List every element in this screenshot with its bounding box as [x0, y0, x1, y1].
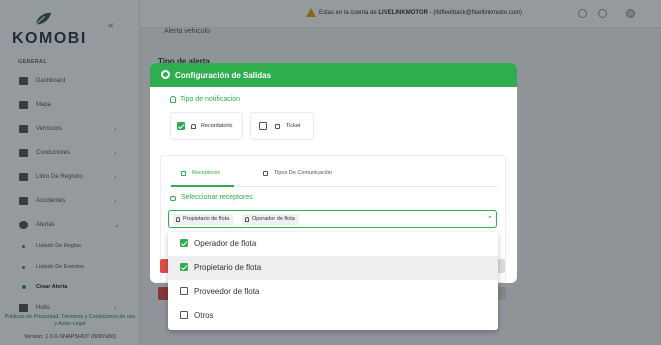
select-receivers-label: Seleccionar receptores: [181, 194, 253, 201]
option-ticket[interactable]: Ticket: [250, 112, 314, 140]
person-icon: [176, 217, 180, 222]
option-checkbox[interactable]: [180, 287, 188, 295]
dropdown-option-proveedor[interactable]: Proveedor de flota: [168, 280, 498, 304]
receivers-select[interactable]: Propietario de flota Operador de flota ⌃: [168, 210, 497, 228]
recordatorio-checkbox[interactable]: [177, 122, 185, 130]
modal-header: Configuración de Salidas: [150, 63, 517, 87]
ticket-checkbox[interactable]: [259, 122, 267, 130]
option-checkbox[interactable]: [180, 263, 188, 271]
dropdown-option-otros[interactable]: Otros: [168, 304, 498, 328]
option-label: Otros: [194, 311, 214, 320]
notification-type-label: Tipo de notificación: [180, 96, 241, 103]
bell-icon: [170, 96, 176, 103]
option-label: Recordatorio: [201, 123, 233, 129]
option-label: Proveedor de flota: [194, 287, 260, 296]
option-label: Ticket: [286, 123, 301, 129]
person-icon: [245, 217, 249, 222]
receivers-dropdown: Operador de flota Propietario de flota P…: [168, 232, 498, 330]
option-checkbox[interactable]: [180, 239, 188, 247]
ticket-icon: [275, 124, 280, 129]
tab-receptores[interactable]: Receptores: [192, 170, 220, 176]
option-recordatorio[interactable]: Recordatorio: [170, 112, 243, 140]
option-label: Operador de flota: [194, 239, 257, 248]
tab-tipos-de-comunicacion[interactable]: Tipos De Comunicación: [274, 170, 332, 176]
user-icon: [181, 171, 186, 176]
dropdown-option-operador[interactable]: Operador de flota: [168, 232, 498, 256]
users-icon: [170, 196, 176, 201]
option-checkbox[interactable]: [180, 311, 188, 319]
modal-title: Configuración de Salidas: [175, 71, 272, 80]
receiver-chip[interactable]: Operador de flota: [242, 214, 299, 225]
chevron-up-icon[interactable]: ⌃: [487, 215, 493, 223]
dropdown-option-propietario[interactable]: Propietario de flota: [168, 256, 498, 280]
message-icon: [263, 171, 268, 176]
chip-label: Propietario de flota: [183, 216, 230, 222]
chip-label: Operador de flota: [252, 216, 295, 222]
active-tab-indicator: [171, 185, 234, 187]
option-label: Propietario de flota: [194, 263, 262, 272]
gear-icon: [161, 70, 170, 79]
receiver-chip[interactable]: Propietario de flota: [173, 214, 234, 225]
bell-icon: [191, 124, 196, 129]
